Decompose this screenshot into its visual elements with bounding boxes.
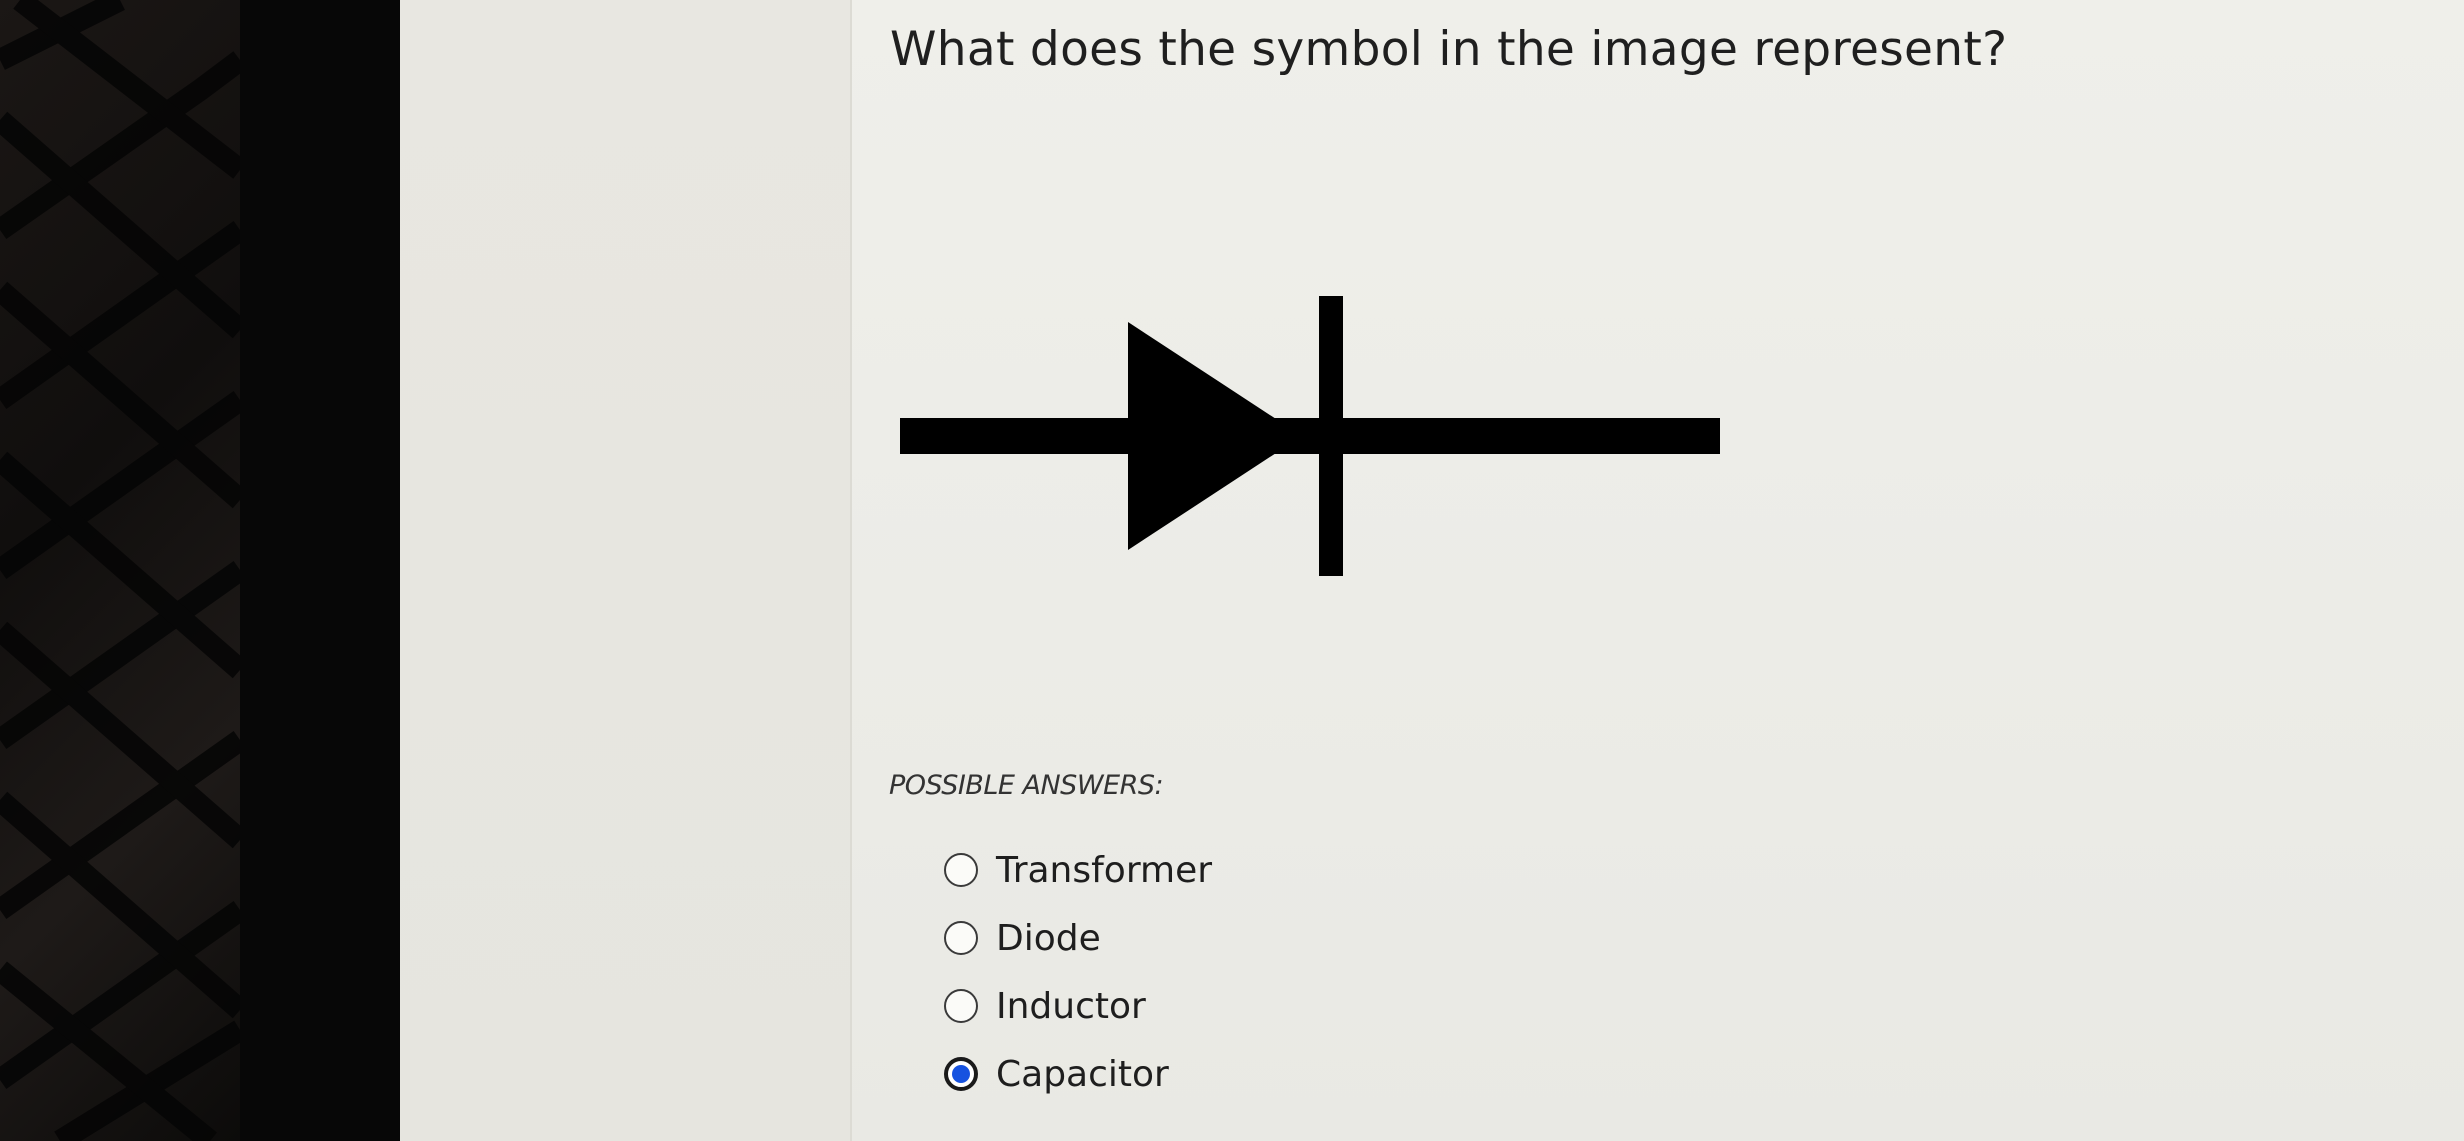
option-diode[interactable]: Diode bbox=[944, 904, 1212, 972]
option-label: Transformer bbox=[996, 849, 1213, 891]
symbol-triangle bbox=[1128, 322, 1302, 550]
option-label: Inductor bbox=[996, 985, 1146, 1027]
option-label: Diode bbox=[996, 917, 1101, 959]
radio-button-transformer[interactable] bbox=[944, 853, 978, 887]
question-text: What does the symbol in the image repres… bbox=[890, 22, 2008, 77]
answer-options: Transformer Diode Inductor Capacitor bbox=[944, 836, 1212, 1108]
radio-button-capacitor[interactable] bbox=[944, 1057, 978, 1091]
radio-button-diode[interactable] bbox=[944, 921, 978, 955]
option-inductor[interactable]: Inductor bbox=[944, 972, 1212, 1040]
diode-symbol-icon bbox=[900, 296, 1720, 576]
symbol-bar bbox=[1319, 296, 1343, 576]
symbol-lead-left bbox=[900, 418, 1720, 454]
radio-button-inductor[interactable] bbox=[944, 989, 978, 1023]
photo-frame: What does the symbol in the image repres… bbox=[0, 0, 2464, 1141]
option-label: Capacitor bbox=[996, 1053, 1169, 1095]
possible-answers-label: POSSIBLE ANSWERS: bbox=[889, 770, 1164, 801]
desk-surface bbox=[0, 0, 240, 1141]
option-transformer[interactable]: Transformer bbox=[944, 836, 1212, 904]
monitor-bezel bbox=[240, 0, 400, 1141]
desk-pattern bbox=[0, 0, 240, 1141]
option-capacitor[interactable]: Capacitor bbox=[944, 1040, 1212, 1108]
left-panel bbox=[400, 0, 852, 1141]
radio-selected-dot bbox=[952, 1065, 970, 1083]
